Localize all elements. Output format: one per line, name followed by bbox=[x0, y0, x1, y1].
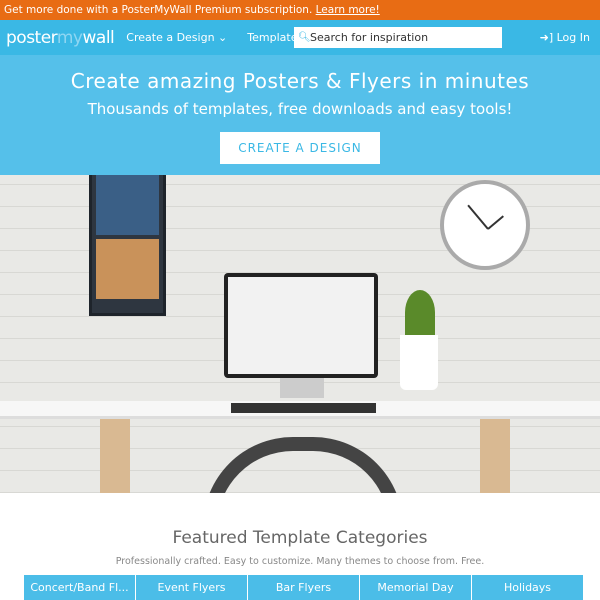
chair-image bbox=[203, 437, 403, 493]
featured-section: Featured Template Categories Professiona… bbox=[0, 528, 600, 567]
hero-title: Create amazing Posters & Flyers in minut… bbox=[70, 69, 530, 93]
hero-subtitle: Thousands of templates, free downloads a… bbox=[87, 100, 513, 118]
promo-text: Get more done with a PosterMyWall Premiu… bbox=[4, 4, 313, 16]
category-tab[interactable]: Holidays bbox=[472, 575, 584, 600]
create-design-button[interactable]: CREATE A DESIGN bbox=[220, 132, 380, 164]
poster-frame bbox=[89, 175, 166, 316]
search-input[interactable]: 🔍︎ Search for inspiration bbox=[294, 27, 502, 48]
category-tab[interactable]: Memorial Day bbox=[360, 575, 472, 600]
login-button[interactable]: ➜] Log In bbox=[540, 31, 590, 44]
hero: Create amazing Posters & Flyers in minut… bbox=[0, 55, 600, 175]
category-tabs: Concert/Band Fl... Event Flyers Bar Flye… bbox=[24, 575, 584, 600]
plant-image bbox=[400, 335, 438, 390]
category-tab[interactable]: Concert/Band Fl... bbox=[24, 575, 136, 600]
hero-photo bbox=[0, 175, 600, 493]
category-tab[interactable]: Bar Flyers bbox=[248, 575, 360, 600]
promo-banner: Get more done with a PosterMyWall Premiu… bbox=[0, 0, 600, 20]
logo[interactable]: postermywall bbox=[6, 28, 115, 48]
featured-title: Featured Template Categories bbox=[172, 528, 428, 548]
category-tab[interactable]: Event Flyers bbox=[136, 575, 248, 600]
featured-subtitle: Professionally crafted. Easy to customiz… bbox=[115, 556, 485, 567]
login-icon: ➜] bbox=[539, 31, 554, 44]
learn-more-link[interactable]: Learn more! bbox=[316, 4, 380, 16]
create-design-menu[interactable]: Create a Design ⌄ bbox=[126, 31, 227, 44]
clock-image bbox=[440, 180, 530, 270]
top-nav: postermywall Create a Design ⌄ Templates… bbox=[0, 20, 600, 55]
search-icon: 🔍︎ bbox=[298, 32, 311, 43]
monitor-image bbox=[224, 273, 378, 378]
